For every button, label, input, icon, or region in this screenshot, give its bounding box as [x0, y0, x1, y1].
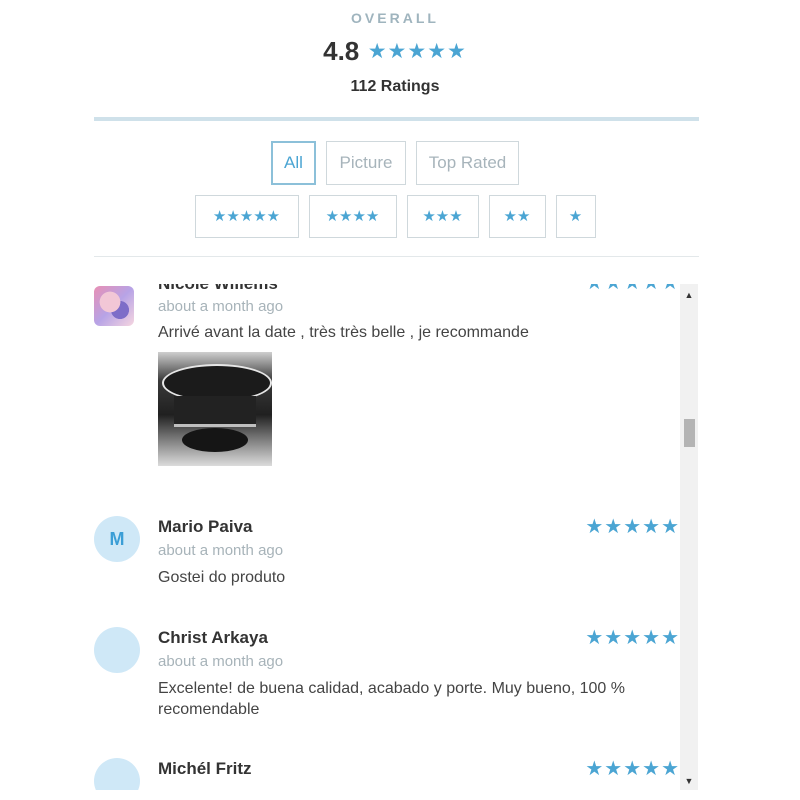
review-date: about a month ago: [158, 653, 284, 670]
review-stars-icon: ★★★★★: [585, 627, 680, 649]
reviewer-name: Nicole Willems: [158, 284, 278, 294]
filter-1-star-button[interactable]: ★: [555, 195, 596, 238]
rating-stars-icon: ★★★★★: [367, 40, 467, 63]
rating-value: 4.8: [323, 36, 360, 66]
filter-top-rated-button[interactable]: Top Rated: [416, 141, 519, 185]
overall-label: OVERALL: [351, 10, 439, 26]
filter-5-stars-button[interactable]: ★★★★★: [194, 195, 299, 238]
reviewer-avatar: [94, 758, 140, 790]
review-stars-icon: ★★★★★: [585, 516, 680, 538]
review-stars-icon: ★★★★★: [585, 758, 680, 780]
star-filter-row: ★★★★★ ★★★★ ★★★ ★★ ★: [0, 195, 790, 238]
reviewer-avatar: [94, 627, 140, 673]
filter-picture-button[interactable]: Picture: [326, 141, 406, 185]
filters-divider: [94, 256, 699, 257]
summary-divider: [94, 117, 699, 121]
review-photo[interactable]: [158, 352, 272, 466]
rating-count: 112 Ratings: [350, 78, 440, 95]
type-filter-row: All Picture Top Rated: [0, 141, 790, 185]
cap-photo-brim: [182, 428, 248, 452]
filter-4-stars-button[interactable]: ★★★★: [308, 195, 397, 238]
review-text: Gostei do produto: [158, 569, 286, 586]
reviewer-name: Michél Fritz: [158, 759, 252, 778]
reviewer-name: Mario Paiva: [158, 517, 253, 536]
reviewer-avatar: [94, 286, 134, 326]
filter-all-button[interactable]: All: [271, 141, 316, 185]
review-item: Michél Fritz ★★★★★: [94, 756, 680, 790]
filter-2-stars-button[interactable]: ★★: [488, 195, 546, 238]
review-item: M Mario Paiva ★★★★★ about a month ago Go…: [94, 514, 680, 594]
cap-photo-band: [174, 396, 256, 427]
reviews-scrollbar[interactable]: ▲ ▼: [680, 284, 698, 790]
review-item: Christ Arkaya ★★★★★ about a month ago Ex…: [94, 625, 680, 725]
scroll-up-arrow-icon[interactable]: ▲: [680, 288, 698, 302]
overall-rating: 4.8 ★★★★★: [0, 36, 790, 67]
review-item: Nicole Willems ★★★★★ about a month ago A…: [94, 284, 680, 476]
reviewer-avatar: M: [94, 516, 140, 562]
review-stars-icon: ★★★★★: [585, 284, 680, 295]
reviewer-name: Christ Arkaya: [158, 628, 268, 647]
reviews-list[interactable]: Nicole Willems ★★★★★ about a month ago A…: [94, 284, 698, 790]
review-text: Arrivé avant la date , très très belle ,…: [158, 324, 529, 341]
review-date: about a month ago: [158, 542, 284, 559]
review-date: about a month ago: [158, 298, 284, 315]
filter-3-stars-button[interactable]: ★★★: [406, 195, 479, 238]
review-text: Excelente! de buena calidad, acabado y p…: [158, 680, 625, 718]
scroll-thumb[interactable]: [684, 419, 695, 447]
scroll-down-arrow-icon[interactable]: ▼: [680, 774, 698, 788]
